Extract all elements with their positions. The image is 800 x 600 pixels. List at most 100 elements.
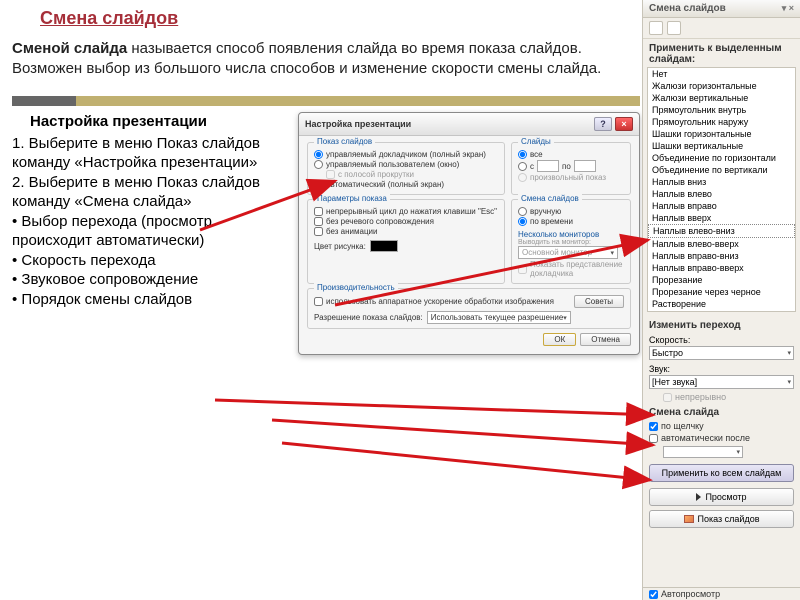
monitor-select: Основной монитор▾: [518, 246, 618, 259]
group-advance: Смена слайдов вручную по времени Несколь…: [511, 199, 631, 284]
radio-timed[interactable]: по времени: [518, 217, 624, 226]
advance-section-label: Смена слайда: [643, 403, 800, 420]
group-label: Показ слайдов: [314, 137, 375, 146]
group-label: Смена слайдов: [518, 194, 582, 203]
from-input[interactable]: [537, 160, 559, 172]
group-label: Слайды: [518, 137, 554, 146]
home-icon[interactable]: [667, 21, 681, 35]
instr-line: • Скорость перехода: [12, 252, 156, 269]
transition-item[interactable]: Прорезание: [648, 274, 795, 286]
radio-range[interactable]: спо: [518, 160, 624, 172]
transition-item[interactable]: Наплыв влево-вверх: [648, 238, 795, 250]
transition-item[interactable]: Плавное угасание: [648, 310, 795, 312]
slide-transition-pane: Смена слайдов ▾ × Применить к выделенным…: [642, 0, 800, 600]
chevron-down-icon: ▾: [563, 314, 567, 322]
radio-user[interactable]: управляемый пользователем (окно): [314, 160, 498, 169]
chevron-down-icon: ▾: [610, 249, 614, 257]
transition-item[interactable]: Прямоугольник внутрь: [648, 104, 795, 116]
slideshow-icon: [684, 515, 694, 523]
resolution-label: Разрешение показа слайдов:: [314, 313, 423, 322]
page-title: Смена слайдов: [12, 8, 640, 29]
transition-item[interactable]: Нет: [648, 68, 795, 80]
check-loop[interactable]: непрерывный цикл до нажатия клавиши "Esc…: [314, 207, 498, 216]
group-label: Параметры показа: [314, 194, 390, 203]
check-presenter-view: Показать представление докладчика: [518, 260, 624, 278]
check-autopreview[interactable]: Автопросмотр: [649, 589, 794, 599]
chevron-down-icon: ▾: [787, 349, 791, 357]
slideshow-button[interactable]: Показ слайдов: [649, 510, 794, 528]
pane-title: Смена слайдов: [649, 3, 726, 14]
group-show-params: Параметры показа непрерывный цикл до наж…: [307, 199, 505, 284]
help-icon[interactable]: ?: [594, 117, 612, 131]
check-scrollbar: с полосой прокрутки: [326, 170, 498, 179]
modify-section-label: Изменить переход: [643, 316, 800, 333]
transition-item[interactable]: Наплыв вверх: [648, 212, 795, 224]
group-performance: Производительность использовать аппаратн…: [307, 288, 631, 329]
transition-item[interactable]: Наплыв вправо-вверх: [648, 262, 795, 274]
pane-close-icon[interactable]: ▾ ×: [782, 3, 794, 14]
check-hw-accel[interactable]: использовать аппаратное ускорение обрабо…: [314, 297, 554, 306]
back-icon[interactable]: [649, 21, 663, 35]
instr-line: 1. Выберите в меню Показ слайдов команду…: [12, 135, 260, 172]
transition-item[interactable]: Объединение по вертикали: [648, 164, 795, 176]
resolution-select[interactable]: Использовать текущее разрешение▾: [427, 311, 571, 324]
instr-line: • Звуковое сопровождение: [12, 271, 198, 288]
group-show-type: Показ слайдов управляемый докладчиком (п…: [307, 142, 505, 195]
setup-dialog: Настройка презентации ? × Показ слайдов …: [298, 112, 640, 355]
instr-line: • Порядок смены слайдов: [12, 291, 192, 308]
chevron-down-icon: ▾: [787, 378, 791, 386]
play-icon: [696, 493, 701, 501]
radio-speaker[interactable]: управляемый докладчиком (полный экран): [314, 150, 498, 159]
transition-item[interactable]: Шашки горизонтальные: [648, 128, 795, 140]
check-no-narration[interactable]: без речевого сопровождения: [314, 217, 498, 226]
check-on-click[interactable]: по щелчку: [649, 421, 794, 431]
transition-item[interactable]: Наплыв вниз: [648, 176, 795, 188]
transition-item[interactable]: Жалюзи горизонтальные: [648, 80, 795, 92]
transition-item[interactable]: Жалюзи вертикальные: [648, 92, 795, 104]
intro-strong: Сменой слайда: [12, 40, 127, 57]
check-loop-sound: непрерывно: [663, 392, 794, 402]
apply-all-button[interactable]: Применить ко всем слайдам: [649, 464, 794, 482]
radio-auto[interactable]: автоматический (полный экран): [314, 180, 498, 189]
sound-select[interactable]: [Нет звука]▾: [649, 375, 794, 389]
to-input[interactable]: [574, 160, 596, 172]
radio-all-slides[interactable]: все: [518, 150, 624, 159]
transition-item[interactable]: Прямоугольник наружу: [648, 116, 795, 128]
speed-label: Скорость:: [649, 335, 794, 345]
sound-label: Звук:: [649, 364, 794, 374]
transition-item[interactable]: Наплыв влево: [648, 188, 795, 200]
radio-manual[interactable]: вручную: [518, 207, 624, 216]
preview-button[interactable]: Просмотр: [649, 488, 794, 506]
transition-item[interactable]: Наплыв влево-вниз: [648, 224, 795, 238]
instructions-heading: Настройка презентации: [12, 112, 290, 132]
tips-button[interactable]: Советы: [574, 295, 624, 308]
transition-item[interactable]: Растворение: [648, 298, 795, 310]
transition-item[interactable]: Объединение по горизонтали: [648, 152, 795, 164]
pen-color-label: Цвет рисунка:: [314, 242, 366, 251]
transition-item[interactable]: Наплыв вправо: [648, 200, 795, 212]
check-auto-after[interactable]: автоматически после: [649, 433, 794, 443]
transition-item[interactable]: Шашки вертикальные: [648, 140, 795, 152]
transitions-list[interactable]: НетЖалюзи горизонтальныеЖалюзи вертикаль…: [647, 67, 796, 312]
dialog-title: Настройка презентации: [305, 119, 411, 129]
instr-line: 2. Выберите в меню Показ слайдов команду…: [12, 174, 260, 211]
instr-line: • Выбор перехода (просмотр происходит ав…: [12, 213, 212, 250]
intro-text: Сменой слайда называется способ появлени…: [12, 39, 640, 78]
decorative-bar: [12, 96, 640, 106]
transition-item[interactable]: Прорезание через черное: [648, 286, 795, 298]
radio-custom: произвольный показ: [518, 173, 624, 182]
group-label: Несколько мониторов: [518, 230, 624, 239]
apply-section-label: Применить к выделенным слайдам:: [643, 39, 800, 67]
group-slides-range: Слайды все спо произвольный показ: [511, 142, 631, 195]
ok-button[interactable]: ОК: [543, 333, 576, 346]
transition-item[interactable]: Наплыв вправо-вниз: [648, 250, 795, 262]
pen-color-select[interactable]: [370, 240, 398, 252]
speed-select[interactable]: Быстро▾: [649, 346, 794, 360]
monitor-label: Выводить на монитор:: [518, 239, 624, 246]
group-label: Производительность: [314, 283, 398, 292]
close-icon[interactable]: ×: [615, 117, 633, 131]
check-no-anim[interactable]: без анимации: [314, 227, 498, 236]
instructions-block: Настройка презентации 1. Выберите в меню…: [12, 112, 290, 355]
cancel-button[interactable]: Отмена: [580, 333, 631, 346]
auto-after-time[interactable]: ▾: [663, 446, 743, 458]
